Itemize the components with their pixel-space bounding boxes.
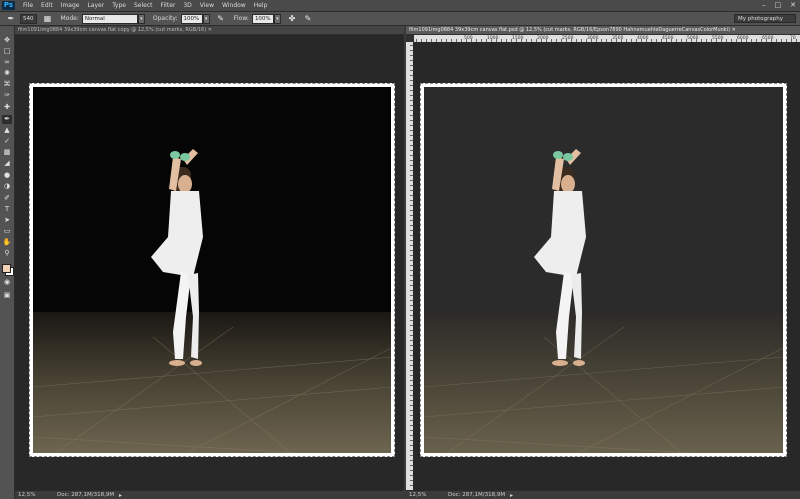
status-menu-arrow-right-icon[interactable]: ▸ bbox=[510, 491, 513, 499]
image-canvas-left[interactable] bbox=[29, 83, 395, 457]
crop-tool-icon[interactable]: ⌘ bbox=[2, 80, 12, 89]
flow-field[interactable]: 100% bbox=[251, 13, 274, 24]
menu-filter[interactable]: Filter bbox=[161, 2, 176, 9]
healing-tool-icon[interactable]: ✚ bbox=[2, 103, 12, 112]
pen-tool-icon[interactable]: ✐ bbox=[2, 194, 12, 203]
history-brush-tool-icon[interactable]: ✓ bbox=[2, 137, 12, 146]
mode-select[interactable]: Normal bbox=[81, 13, 138, 24]
status-menu-arrow-left-icon[interactable]: ▸ bbox=[119, 491, 122, 499]
hand-tool-icon[interactable]: ✋ bbox=[2, 238, 12, 247]
menu-edit[interactable]: Edit bbox=[41, 2, 53, 9]
menu-select[interactable]: Select bbox=[134, 2, 153, 9]
menu-bar: Ps File Edit Image Layer Type Select Fil… bbox=[0, 0, 800, 12]
flow-label: Flow: bbox=[233, 15, 249, 22]
mode-label: Mode: bbox=[60, 15, 79, 22]
brush-preset-icon[interactable]: ✒ bbox=[6, 14, 16, 23]
status-bar-right: 12,5% Doc: 287,1M/318,9M ▸ bbox=[406, 490, 800, 499]
eraser-tool-icon[interactable]: ▩ bbox=[2, 148, 12, 157]
brush-panel-icon[interactable]: ▦ bbox=[43, 14, 53, 23]
image-canvas-right[interactable] bbox=[420, 83, 787, 457]
vertical-ruler bbox=[406, 42, 413, 490]
type-tool-icon[interactable]: T bbox=[2, 205, 12, 214]
menu-view[interactable]: View bbox=[200, 2, 214, 9]
menu-file[interactable]: File bbox=[23, 2, 33, 9]
menu-image[interactable]: Image bbox=[61, 2, 80, 9]
dancer-photo-left bbox=[33, 87, 391, 453]
doc-info-left: Doc: 287,1M/318,9M bbox=[57, 492, 115, 498]
gradient-tool-icon[interactable]: ◢ bbox=[2, 159, 12, 168]
menu-3d[interactable]: 3D bbox=[183, 2, 191, 9]
canvas-area-right[interactable] bbox=[413, 42, 800, 490]
move-tool-icon[interactable]: ✥ bbox=[2, 36, 12, 45]
document-window-left: film1091img0884 39x39cm canvas flat copy… bbox=[15, 26, 404, 499]
quick-mask-icon[interactable]: ◉ bbox=[2, 278, 12, 287]
eyedropper-tool-icon[interactable]: ✑ bbox=[2, 91, 12, 100]
foreground-color-swatch[interactable] bbox=[2, 264, 11, 273]
path-select-tool-icon[interactable]: ➤ bbox=[2, 216, 12, 225]
minimize-button[interactable]: – bbox=[762, 1, 766, 9]
menu-window[interactable]: Window bbox=[222, 2, 246, 9]
screen-mode-icon[interactable]: ▣ bbox=[2, 291, 12, 300]
document-tab-left[interactable]: film1091img0884 39x39cm canvas flat copy… bbox=[15, 26, 404, 34]
quick-select-tool-icon[interactable]: ✺ bbox=[2, 69, 12, 78]
flow-dropdown-icon[interactable]: ▾ bbox=[273, 13, 281, 24]
marquee-tool-icon[interactable]: □ bbox=[2, 47, 12, 56]
pressure-opacity-icon[interactable]: ✎ bbox=[216, 14, 226, 23]
pressure-size-icon[interactable]: ✎ bbox=[303, 14, 313, 23]
zoom-tool-icon[interactable]: ⚲ bbox=[2, 249, 12, 258]
menu-help[interactable]: Help bbox=[254, 2, 268, 9]
zoom-level-left[interactable]: 12,5% bbox=[18, 491, 35, 499]
zoom-level-right[interactable]: 12,5% bbox=[409, 491, 426, 499]
opacity-field[interactable]: 100% bbox=[180, 13, 203, 24]
airbrush-icon[interactable]: ✤ bbox=[287, 14, 297, 23]
close-button[interactable]: ✕ bbox=[790, 1, 796, 9]
canvas-area-left[interactable] bbox=[15, 35, 404, 490]
tools-panel: ✥ □ ∞ ✺ ⌘ ✑ ✚ ✒ ▲ ✓ ▩ ◢ ● ◑ ✐ T ➤ ▭ ✋ ⚲ … bbox=[0, 26, 15, 499]
brush-tool-icon[interactable]: ✒ bbox=[2, 115, 12, 124]
window-controls: – □ ✕ bbox=[762, 1, 796, 9]
dancer-photo-right bbox=[424, 87, 783, 453]
status-bar-left: 12,5% Doc: 287,1M/318,9M ▸ bbox=[15, 490, 404, 499]
shape-tool-icon[interactable]: ▭ bbox=[2, 227, 12, 236]
menu-layer[interactable]: Layer bbox=[87, 2, 104, 9]
blur-tool-icon[interactable]: ● bbox=[2, 171, 12, 180]
opacity-dropdown-icon[interactable]: ▾ bbox=[202, 13, 210, 24]
horizontal-ruler: 500 1000 1500 2000 2500 3000 3500 4000 4… bbox=[414, 35, 800, 42]
doc-info-right: Doc: 287,1M/318,9M bbox=[448, 492, 506, 498]
opacity-label: Opacity: bbox=[152, 15, 178, 22]
photoshop-logo: Ps bbox=[2, 1, 15, 10]
mode-dropdown-icon[interactable]: ▾ bbox=[137, 13, 145, 24]
stamp-tool-icon[interactable]: ▲ bbox=[2, 126, 12, 135]
maximize-button[interactable]: □ bbox=[775, 1, 782, 9]
workspace-switcher[interactable]: My photography bbox=[734, 14, 796, 23]
brush-size-field[interactable]: 540 bbox=[20, 13, 37, 24]
options-bar: ✒ 540 ▦ Mode: Normal ▾ Opacity: 100% ▾ ✎… bbox=[0, 12, 800, 26]
document-tab-right[interactable]: film1091img0884 39x39cm canvas flat.psd … bbox=[406, 26, 800, 34]
dodge-tool-icon[interactable]: ◑ bbox=[2, 182, 12, 191]
menu-type[interactable]: Type bbox=[112, 2, 126, 9]
lasso-tool-icon[interactable]: ∞ bbox=[2, 58, 12, 67]
document-window-right: film1091img0884 39x39cm canvas flat.psd … bbox=[406, 26, 800, 499]
